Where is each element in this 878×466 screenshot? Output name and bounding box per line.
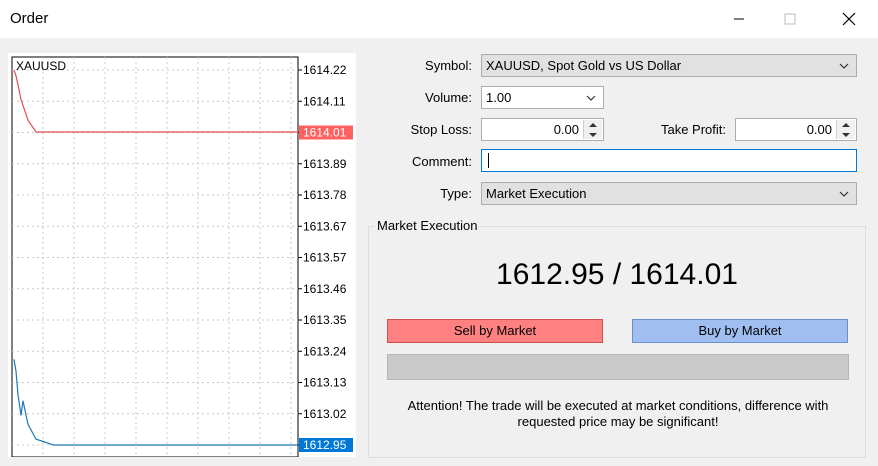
tick-chart-svg: 1614.22 1614.11 1614.01 1613.89 1613.78 1613.… xyxy=(11,56,353,457)
chevron-down-icon xyxy=(586,95,596,101)
chart-symbol-label: XAUUSD xyxy=(16,59,66,73)
attention-line-2: requested price may be significant! xyxy=(517,414,719,429)
caret-down-icon xyxy=(842,132,850,137)
volume-label: Volume: xyxy=(425,90,472,105)
y-tick-label: 1613.67 xyxy=(303,219,347,233)
close-button[interactable] xyxy=(827,0,871,38)
y-tick-label: 1613.35 xyxy=(303,313,347,327)
volume-value: 1.00 xyxy=(486,90,512,105)
y-tick-label: 1614.01 xyxy=(303,126,347,140)
window-title: Order xyxy=(10,10,49,27)
caret-up-icon xyxy=(842,122,850,127)
chevron-down-icon xyxy=(839,63,849,69)
takeprofit-input[interactable]: 0.00 xyxy=(735,118,857,141)
volume-select[interactable]: 1.00 xyxy=(481,86,604,109)
maximize-icon xyxy=(784,13,796,25)
stoploss-value: 0.00 xyxy=(553,122,579,137)
chevron-down-icon xyxy=(839,191,849,197)
title-bar: Order xyxy=(0,0,878,38)
spin-up-button[interactable] xyxy=(584,120,602,129)
y-tick-label: 1613.78 xyxy=(303,188,347,202)
spin-down-button[interactable] xyxy=(837,130,855,139)
text-caret xyxy=(488,153,489,168)
caret-up-icon xyxy=(589,122,597,127)
type-select-value: Market Execution xyxy=(486,186,587,201)
y-tick-label: 1613.57 xyxy=(303,251,347,265)
symbol-select-value: XAUUSD, Spot Gold vs US Dollar xyxy=(486,58,682,73)
comment-input[interactable] xyxy=(481,149,857,172)
comment-label: Comment: xyxy=(412,154,472,169)
y-tick-label: 1614.22 xyxy=(303,63,347,77)
stoploss-spinner[interactable] xyxy=(583,120,602,139)
symbol-select[interactable]: XAUUSD, Spot Gold vs US Dollar xyxy=(481,54,857,77)
type-label: Type: xyxy=(440,186,472,201)
maximize-button[interactable] xyxy=(768,0,812,38)
plot-area xyxy=(11,56,299,457)
y-tick-label: 1613.13 xyxy=(303,376,347,390)
close-icon xyxy=(842,12,856,26)
minimize-icon xyxy=(734,18,744,20)
stoploss-label: Stop Loss: xyxy=(410,122,472,137)
buy-by-market-button[interactable]: Buy by Market xyxy=(632,319,848,343)
attention-message: Attention! The trade will be executed at… xyxy=(388,398,848,430)
y-tick-label: 1613.89 xyxy=(303,157,347,171)
execution-status-bar xyxy=(387,354,849,380)
tick-chart: 1614.22 1614.11 1614.01 1613.89 1613.78 1613.… xyxy=(8,53,356,457)
spin-up-button[interactable] xyxy=(837,120,855,129)
sell-by-market-button[interactable]: Sell by Market xyxy=(387,319,603,343)
takeprofit-value: 0.00 xyxy=(806,122,832,137)
y-tick-label: 1612.95 xyxy=(303,438,347,452)
type-select[interactable]: Market Execution xyxy=(481,182,857,205)
attention-line-1: Attention! The trade will be executed at… xyxy=(407,398,829,413)
takeprofit-spinner[interactable] xyxy=(836,120,855,139)
minimize-button[interactable] xyxy=(717,0,761,38)
bid-ask-prices: 1612.95 / 1614.01 xyxy=(496,258,738,291)
takeprofit-label: Take Profit: xyxy=(660,122,726,137)
y-tick-label: 1613.24 xyxy=(303,344,347,358)
caret-down-icon xyxy=(589,132,597,137)
market-execution-title: Market Execution xyxy=(374,218,481,233)
stoploss-input[interactable]: 0.00 xyxy=(481,118,604,141)
y-axis-labels: 1614.22 1614.11 1614.01 1613.89 1613.78 1613.… xyxy=(298,63,353,452)
y-tick-label: 1614.11 xyxy=(303,94,346,108)
spin-down-button[interactable] xyxy=(584,130,602,139)
y-tick-label: 1613.46 xyxy=(303,282,347,296)
y-tick-label: 1613.02 xyxy=(303,407,347,421)
symbol-label: Symbol: xyxy=(425,58,472,73)
